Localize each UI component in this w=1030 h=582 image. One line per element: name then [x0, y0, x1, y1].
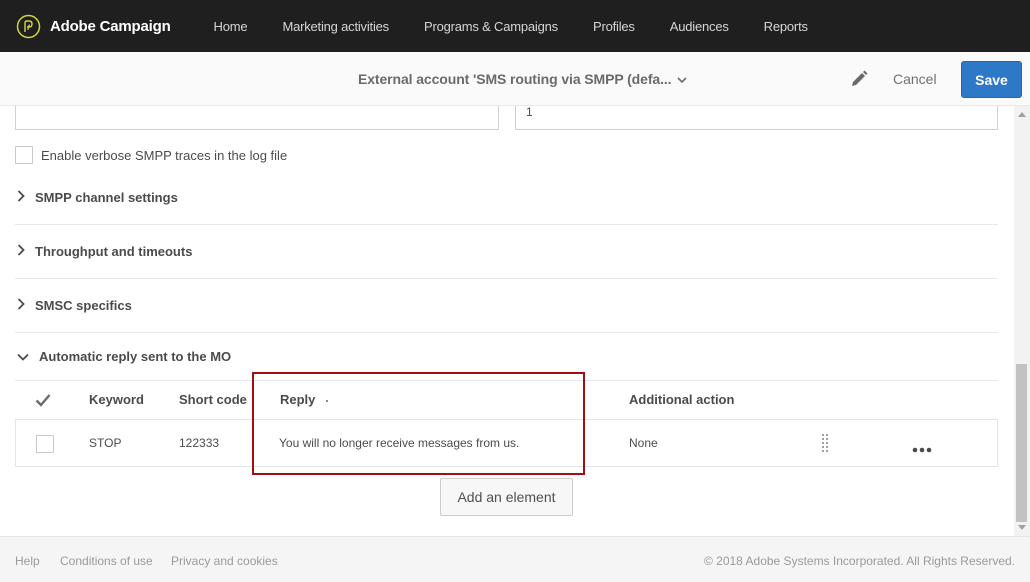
section-automatic-reply[interactable]: Automatic reply sent to the MO — [15, 333, 998, 381]
nav-item-profiles[interactable]: Profiles — [593, 19, 635, 34]
scrollbar-thumb[interactable] — [1016, 364, 1027, 522]
page-title[interactable]: External account 'SMS routing via SMPP (… — [358, 71, 688, 87]
header-bar: External account 'SMS routing via SMPP (… — [0, 52, 1030, 106]
cell-additional-action: None — [629, 436, 658, 450]
chevron-right-icon — [17, 243, 25, 261]
chevron-down-icon — [677, 71, 688, 87]
nav-item-home[interactable]: Home — [214, 19, 248, 34]
column-header-reply[interactable]: Reply — [280, 392, 329, 407]
section-label: Throughput and timeouts — [35, 244, 193, 259]
footer: Help Conditions of use Privacy and cooki… — [0, 536, 1030, 582]
pencil-icon[interactable] — [849, 69, 869, 94]
page-title-text: External account 'SMS routing via SMPP (… — [358, 71, 672, 87]
footer-link-privacy[interactable]: Privacy and cookies — [171, 554, 278, 568]
section-throughput-timeouts[interactable]: Throughput and timeouts — [15, 225, 998, 279]
app-logo[interactable]: Adobe Campaign — [16, 14, 171, 39]
nav-item-marketing-activities[interactable]: Marketing activities — [282, 19, 389, 34]
section-label: SMPP channel settings — [35, 190, 178, 205]
section-smsc-specifics[interactable]: SMSC specifics — [15, 279, 998, 333]
verbose-traces-label: Enable verbose SMPP traces in the log fi… — [41, 148, 288, 163]
text-field-left[interactable] — [15, 106, 499, 130]
app-name: Adobe Campaign — [50, 17, 171, 35]
scroll-up-arrow-icon[interactable] — [1018, 112, 1026, 117]
chevron-right-icon — [17, 297, 25, 315]
row-checkbox[interactable] — [36, 435, 54, 453]
footer-link-help[interactable]: Help — [15, 554, 40, 568]
verbose-traces-checkbox[interactable] — [15, 146, 33, 164]
cell-reply: You will no longer receive messages from… — [279, 436, 520, 450]
more-actions-icon[interactable] — [912, 440, 932, 458]
add-element-button[interactable]: Add an element — [440, 478, 573, 516]
copyright-text: © 2018 Adobe Systems Incorporated. All R… — [703, 554, 1015, 568]
table-row[interactable]: STOP 122333 You will no longer receive m… — [15, 419, 998, 467]
adobe-campaign-logo-icon — [16, 14, 41, 39]
nav-item-audiences[interactable]: Audiences — [670, 19, 729, 34]
scroll-down-arrow-icon[interactable] — [1018, 525, 1026, 530]
column-header-reply-label: Reply — [280, 392, 316, 407]
save-button[interactable]: Save — [961, 61, 1022, 98]
cell-short-code: 122333 — [179, 436, 220, 450]
vertical-scrollbar[interactable] — [1014, 106, 1030, 536]
cell-keyword: STOP — [89, 436, 122, 450]
select-all-checkmark-icon[interactable] — [35, 393, 51, 410]
main-content: 1 Enable verbose SMPP traces in the log … — [0, 106, 1014, 536]
text-field-right[interactable]: 1 — [515, 106, 998, 130]
section-smpp-channel-settings[interactable]: SMPP channel settings — [15, 171, 998, 225]
chevron-right-icon — [17, 189, 25, 207]
cancel-button[interactable]: Cancel — [893, 71, 937, 87]
chevron-down-icon — [17, 348, 29, 366]
required-marker — [326, 399, 329, 402]
section-label: SMSC specifics — [35, 298, 132, 313]
column-header-additional-action[interactable]: Additional action — [629, 392, 734, 407]
reply-table-header: Keyword Short code Reply Additional acti… — [15, 381, 998, 419]
column-header-keyword[interactable]: Keyword — [89, 392, 144, 407]
section-label: Automatic reply sent to the MO — [39, 349, 232, 364]
footer-link-conditions[interactable]: Conditions of use — [60, 554, 153, 568]
column-header-short-code[interactable]: Short code — [179, 392, 247, 407]
main-nav: Home Marketing activities Programs & Cam… — [214, 19, 843, 34]
top-nav: Adobe Campaign Home Marketing activities… — [0, 0, 1030, 52]
nav-item-programs-campaigns[interactable]: Programs & Campaigns — [424, 19, 558, 34]
drag-handle-icon[interactable] — [822, 434, 828, 457]
nav-item-reports[interactable]: Reports — [764, 19, 808, 34]
